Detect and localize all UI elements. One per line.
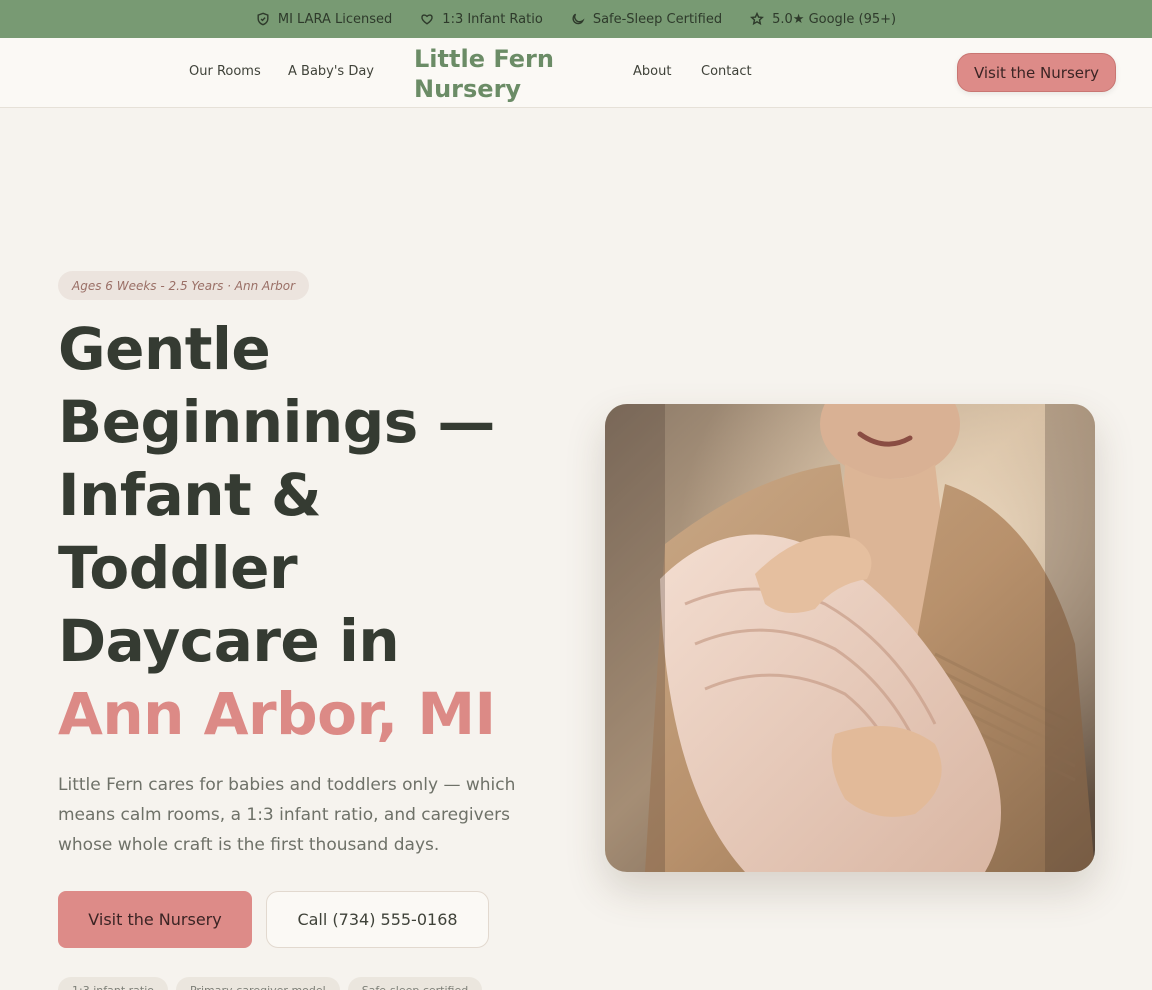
hero-photo-caregiver-holding-baby	[605, 404, 1095, 872]
feature-chip: Primary-caregiver model	[175, 977, 340, 990]
visit-nursery-button[interactable]: Visit the Nursery	[58, 891, 252, 948]
age-location-badge: Ages 6 Weeks - 2.5 Years · Ann Arbor	[58, 271, 310, 300]
call-phone-button[interactable]: Call (734) 555-0168	[266, 891, 489, 948]
brand-name-line2: Nursery	[414, 75, 522, 103]
moon-icon	[572, 13, 585, 25]
trust-label-ratio: 1:3 Infant Ratio	[442, 11, 543, 27]
trust-bar: MI LARA Licensed 1:3 Infant Ratio Safe-S…	[0, 0, 1152, 38]
shield-icon	[257, 12, 269, 26]
heart-icon	[421, 14, 434, 25]
nav-link-about[interactable]: About	[633, 64, 671, 79]
nav-link-a-babys-day[interactable]: A Baby's Day	[288, 64, 374, 79]
trust-item-ratio: 1:3 Infant Ratio	[420, 12, 543, 27]
hero-headline: Gentle Beginnings — Infant & Toddler Day…	[58, 313, 558, 751]
main-nav: Our Rooms A Baby's Day Little Fern Nurse…	[0, 38, 1152, 108]
headline-line: Toddler	[58, 534, 298, 602]
brand-name-line1: Little Fern	[414, 45, 554, 73]
headline-line: Beginnings —	[58, 388, 495, 456]
feature-chips: 1:3 infant ratio Primary-caregiver model…	[58, 977, 483, 990]
hero-photo-illustration	[605, 404, 1095, 872]
headline-line: Gentle	[58, 315, 271, 383]
hero-description: Little Fern cares for babies and toddler…	[58, 775, 516, 855]
trust-label-licensed: MI LARA Licensed	[277, 11, 393, 27]
star-icon	[750, 12, 765, 26]
trust-label-safe-sleep: Safe-Sleep Certified	[592, 11, 723, 27]
trust-item-licensed: MI LARA Licensed	[256, 12, 392, 27]
nav-visit-button[interactable]: Visit the Nursery	[957, 53, 1116, 92]
nav-link-our-rooms[interactable]: Our Rooms	[189, 64, 261, 79]
trust-label-rating: 5.0★ Google (95+)	[772, 11, 897, 27]
nav-link-contact[interactable]: Contact	[701, 64, 752, 79]
headline-line: Infant &	[58, 461, 322, 529]
feature-chip: Safe-sleep certified	[347, 977, 483, 990]
trust-item-rating: 5.0★ Google (95+)	[750, 12, 896, 27]
brand-logo[interactable]: Little Fern Nursery	[414, 44, 564, 104]
headline-accent-location: Ann Arbor, MI	[58, 680, 496, 748]
trust-item-safe-sleep: Safe-Sleep Certified	[571, 12, 722, 27]
feature-chip: 1:3 infant ratio	[58, 977, 168, 990]
headline-line: Daycare in	[58, 607, 400, 675]
